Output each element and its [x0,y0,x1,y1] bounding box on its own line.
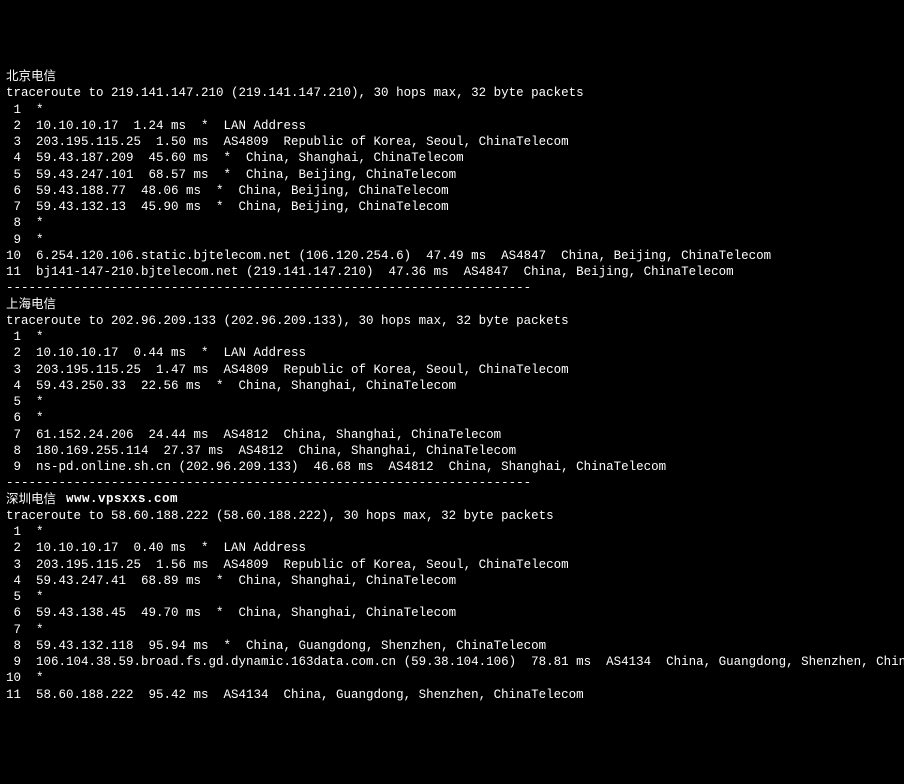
traceroute-hop: 3 203.195.115.25 1.50 ms AS4809 Republic… [6,134,898,150]
traceroute-hop: 4 59.43.247.41 68.89 ms * China, Shangha… [6,573,898,589]
section-separator: ----------------------------------------… [6,475,898,491]
traceroute-hop: 6 * [6,410,898,426]
section-header-line: 深圳电信 www.vpsxxs.com [6,492,898,508]
traceroute-header: traceroute to 58.60.188.222 (58.60.188.2… [6,508,898,524]
section-header: 深圳电信 [6,493,56,507]
traceroute-hop: 9 106.104.38.59.broad.fs.gd.dynamic.163d… [6,654,898,670]
traceroute-hop: 11 bj141-147-210.bjtelecom.net (219.141.… [6,264,898,280]
traceroute-hop: 9 * [6,232,898,248]
traceroute-hop: 2 10.10.10.17 1.24 ms * LAN Address [6,118,898,134]
traceroute-hop: 6 59.43.188.77 48.06 ms * China, Beijing… [6,183,898,199]
terminal-output: 北京电信traceroute to 219.141.147.210 (219.1… [6,69,898,703]
traceroute-hop: 2 10.10.10.17 0.44 ms * LAN Address [6,345,898,361]
traceroute-hop: 1 * [6,524,898,540]
traceroute-hop: 4 59.43.250.33 22.56 ms * China, Shangha… [6,378,898,394]
section-header: 上海电信 [6,297,898,313]
traceroute-hop: 8 59.43.132.118 95.94 ms * China, Guangd… [6,638,898,654]
traceroute-hop: 8 180.169.255.114 27.37 ms AS4812 China,… [6,443,898,459]
watermark-text: www.vpsxxs.com [66,491,178,507]
traceroute-hop: 11 58.60.188.222 95.42 ms AS4134 China, … [6,687,898,703]
traceroute-hop: 7 61.152.24.206 24.44 ms AS4812 China, S… [6,427,898,443]
traceroute-hop: 8 * [6,215,898,231]
section-header: 北京电信 [6,69,898,85]
traceroute-hop: 5 * [6,394,898,410]
traceroute-hop: 1 * [6,102,898,118]
traceroute-hop: 5 59.43.247.101 68.57 ms * China, Beijin… [6,167,898,183]
traceroute-hop: 4 59.43.187.209 45.60 ms * China, Shangh… [6,150,898,166]
traceroute-hop: 5 * [6,589,898,605]
traceroute-hop: 3 203.195.115.25 1.56 ms AS4809 Republic… [6,557,898,573]
traceroute-header: traceroute to 219.141.147.210 (219.141.1… [6,85,898,101]
section-separator: ----------------------------------------… [6,280,898,296]
traceroute-hop: 2 10.10.10.17 0.40 ms * LAN Address [6,540,898,556]
traceroute-hop: 10 6.254.120.106.static.bjtelecom.net (1… [6,248,898,264]
traceroute-hop: 10 * [6,670,898,686]
traceroute-hop: 7 * [6,622,898,638]
traceroute-hop: 3 203.195.115.25 1.47 ms AS4809 Republic… [6,362,898,378]
traceroute-hop: 7 59.43.132.13 45.90 ms * China, Beijing… [6,199,898,215]
traceroute-hop: 1 * [6,329,898,345]
traceroute-hop: 6 59.43.138.45 49.70 ms * China, Shangha… [6,605,898,621]
traceroute-header: traceroute to 202.96.209.133 (202.96.209… [6,313,898,329]
traceroute-hop: 9 ns-pd.online.sh.cn (202.96.209.133) 46… [6,459,898,475]
